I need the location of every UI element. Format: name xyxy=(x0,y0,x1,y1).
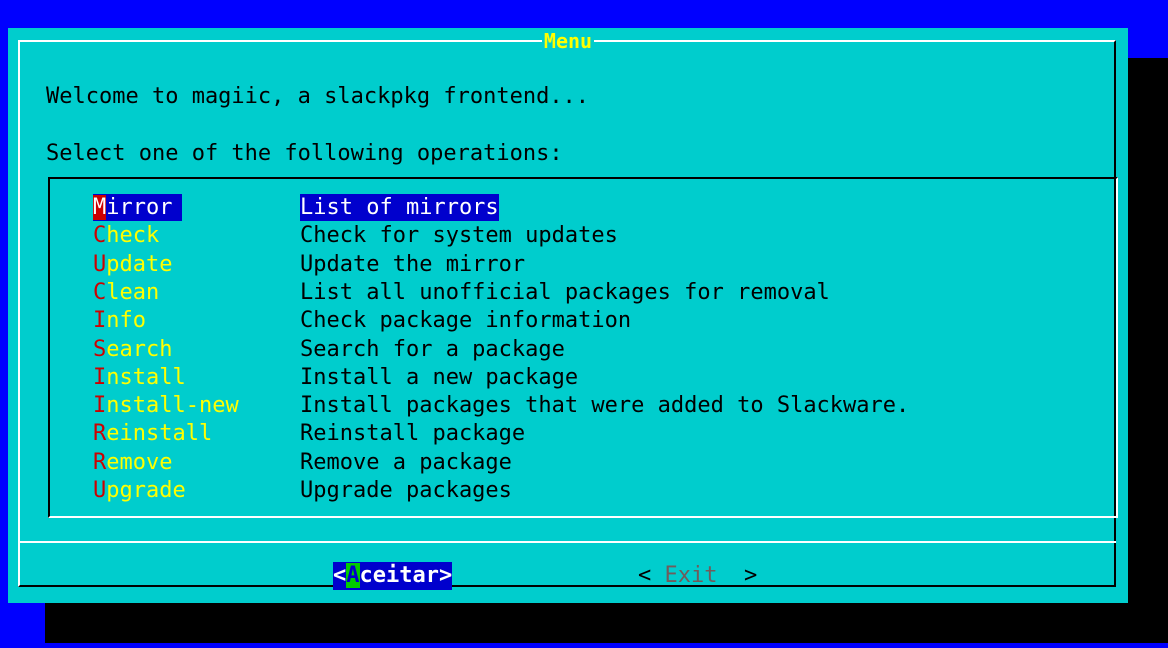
ok-button-open: < xyxy=(333,563,347,588)
menu-item-description: Check package information xyxy=(300,308,632,333)
welcome-text: Welcome to magiic, a slackpkg frontend..… xyxy=(46,84,590,109)
menu-item-description: List of mirrors xyxy=(300,194,499,221)
menu-item-description: Check for system updates xyxy=(300,223,618,248)
menu-item[interactable]: Clean List all unofficial packages for re… xyxy=(8,279,1108,306)
menu-item-description: Install packages that were added to Slac… xyxy=(300,393,910,418)
menu-item-hotkey: R xyxy=(93,421,107,446)
menu-item[interactable]: Install-new Install packages that were ad… xyxy=(8,392,1108,419)
menu-item-hotkey: R xyxy=(93,450,107,475)
menu-item[interactable]: Info Check package information xyxy=(8,307,1108,334)
menu-item-hotkey: S xyxy=(93,337,107,362)
menu-item-hotkey: C xyxy=(93,223,107,248)
ok-button-hotkey: A xyxy=(346,563,360,588)
menu-item-tag-rest: earch xyxy=(106,337,173,362)
button-separator xyxy=(20,541,1116,543)
menu-item-tag-rest: einstall xyxy=(106,421,213,446)
dialog-title: Menu xyxy=(541,29,595,53)
menu-item-tag-rest: heck xyxy=(106,223,160,248)
menu-item-tag: Info xyxy=(93,307,146,334)
menu-item-tag: Upgrade xyxy=(93,477,186,504)
menu-item-tag: Install-new xyxy=(93,392,239,419)
menu-item-hotkey: M xyxy=(93,195,107,220)
menu-item-tag-rest: pdate xyxy=(106,252,173,277)
menu-item-description: List all unofficial packages for removal xyxy=(300,280,830,305)
menu-item-description: Update the mirror xyxy=(300,252,526,277)
menu-item-hotkey: I xyxy=(93,393,107,418)
menu-item[interactable]: Search Search for a package xyxy=(8,336,1108,363)
menu-item-tag: Clean xyxy=(93,279,159,306)
menu-item-description: Upgrade packages xyxy=(300,478,512,503)
menu-item-description: Remove a package xyxy=(300,450,512,475)
menu-item-tag-rest: pgrade xyxy=(106,478,186,503)
dialog-shadow xyxy=(45,603,1168,643)
menu-item-hotkey: U xyxy=(93,252,107,277)
menu-item[interactable]: Check Check for system updates xyxy=(8,222,1108,249)
menu-item-tag-rest: emove xyxy=(106,450,173,475)
menu-item-tag: Reinstall xyxy=(93,420,212,447)
ok-button-close: > xyxy=(438,563,453,588)
ok-button[interactable]: <Aceitar> xyxy=(333,562,453,590)
menu-item-tag: Install xyxy=(93,364,186,391)
exit-button-close: > xyxy=(717,563,758,588)
menu-item[interactable]: Upgrade Upgrade packages xyxy=(8,477,1108,504)
menu-item[interactable]: Install Install a new package xyxy=(8,364,1108,391)
menu-item[interactable]: Update Update the mirror xyxy=(8,251,1108,278)
menu-item[interactable]: Remove Remove a package xyxy=(8,449,1108,476)
menu-item-tag-rest: lean xyxy=(106,280,160,305)
menu-item-hotkey: I xyxy=(93,308,107,333)
menu-item-tag: Update xyxy=(93,251,172,278)
menu-item-hotkey: I xyxy=(93,365,107,390)
menu-item-description: Install a new package xyxy=(300,365,579,390)
menu-item[interactable]: Reinstall Reinstall package xyxy=(8,420,1108,447)
menu-item[interactable]: Mirror List of mirrors xyxy=(8,194,1108,221)
exit-button-open: < xyxy=(638,563,665,588)
exit-button-label: Exit xyxy=(664,563,718,588)
menu-item-tag-rest: irror xyxy=(106,195,173,220)
menu-item-tag: Search xyxy=(93,336,172,363)
menu-item-tag-rest: nfo xyxy=(106,308,146,333)
menu-item-hotkey: U xyxy=(93,478,107,503)
menu-item-tag-rest: nstall-new xyxy=(106,393,239,418)
menu-dialog: Menu Welcome to magiic, a slackpkg front… xyxy=(8,28,1128,603)
prompt-text: Select one of the following operations: xyxy=(46,141,563,166)
menu-item-tag: Check xyxy=(93,222,159,249)
menu-item-description: Search for a package xyxy=(300,337,565,362)
exit-button[interactable]: < Exit > xyxy=(638,562,757,590)
menu-item-tag-rest: nstall xyxy=(106,365,186,390)
menu-item-description: Reinstall package xyxy=(300,421,526,446)
ok-button-label: ceitar xyxy=(359,563,439,588)
menu-item-tag: Mirror xyxy=(93,194,183,221)
dialog-shadow-side xyxy=(1128,58,1168,643)
menu-item-tag: Remove xyxy=(93,449,172,476)
menu-item-hotkey: C xyxy=(93,280,107,305)
